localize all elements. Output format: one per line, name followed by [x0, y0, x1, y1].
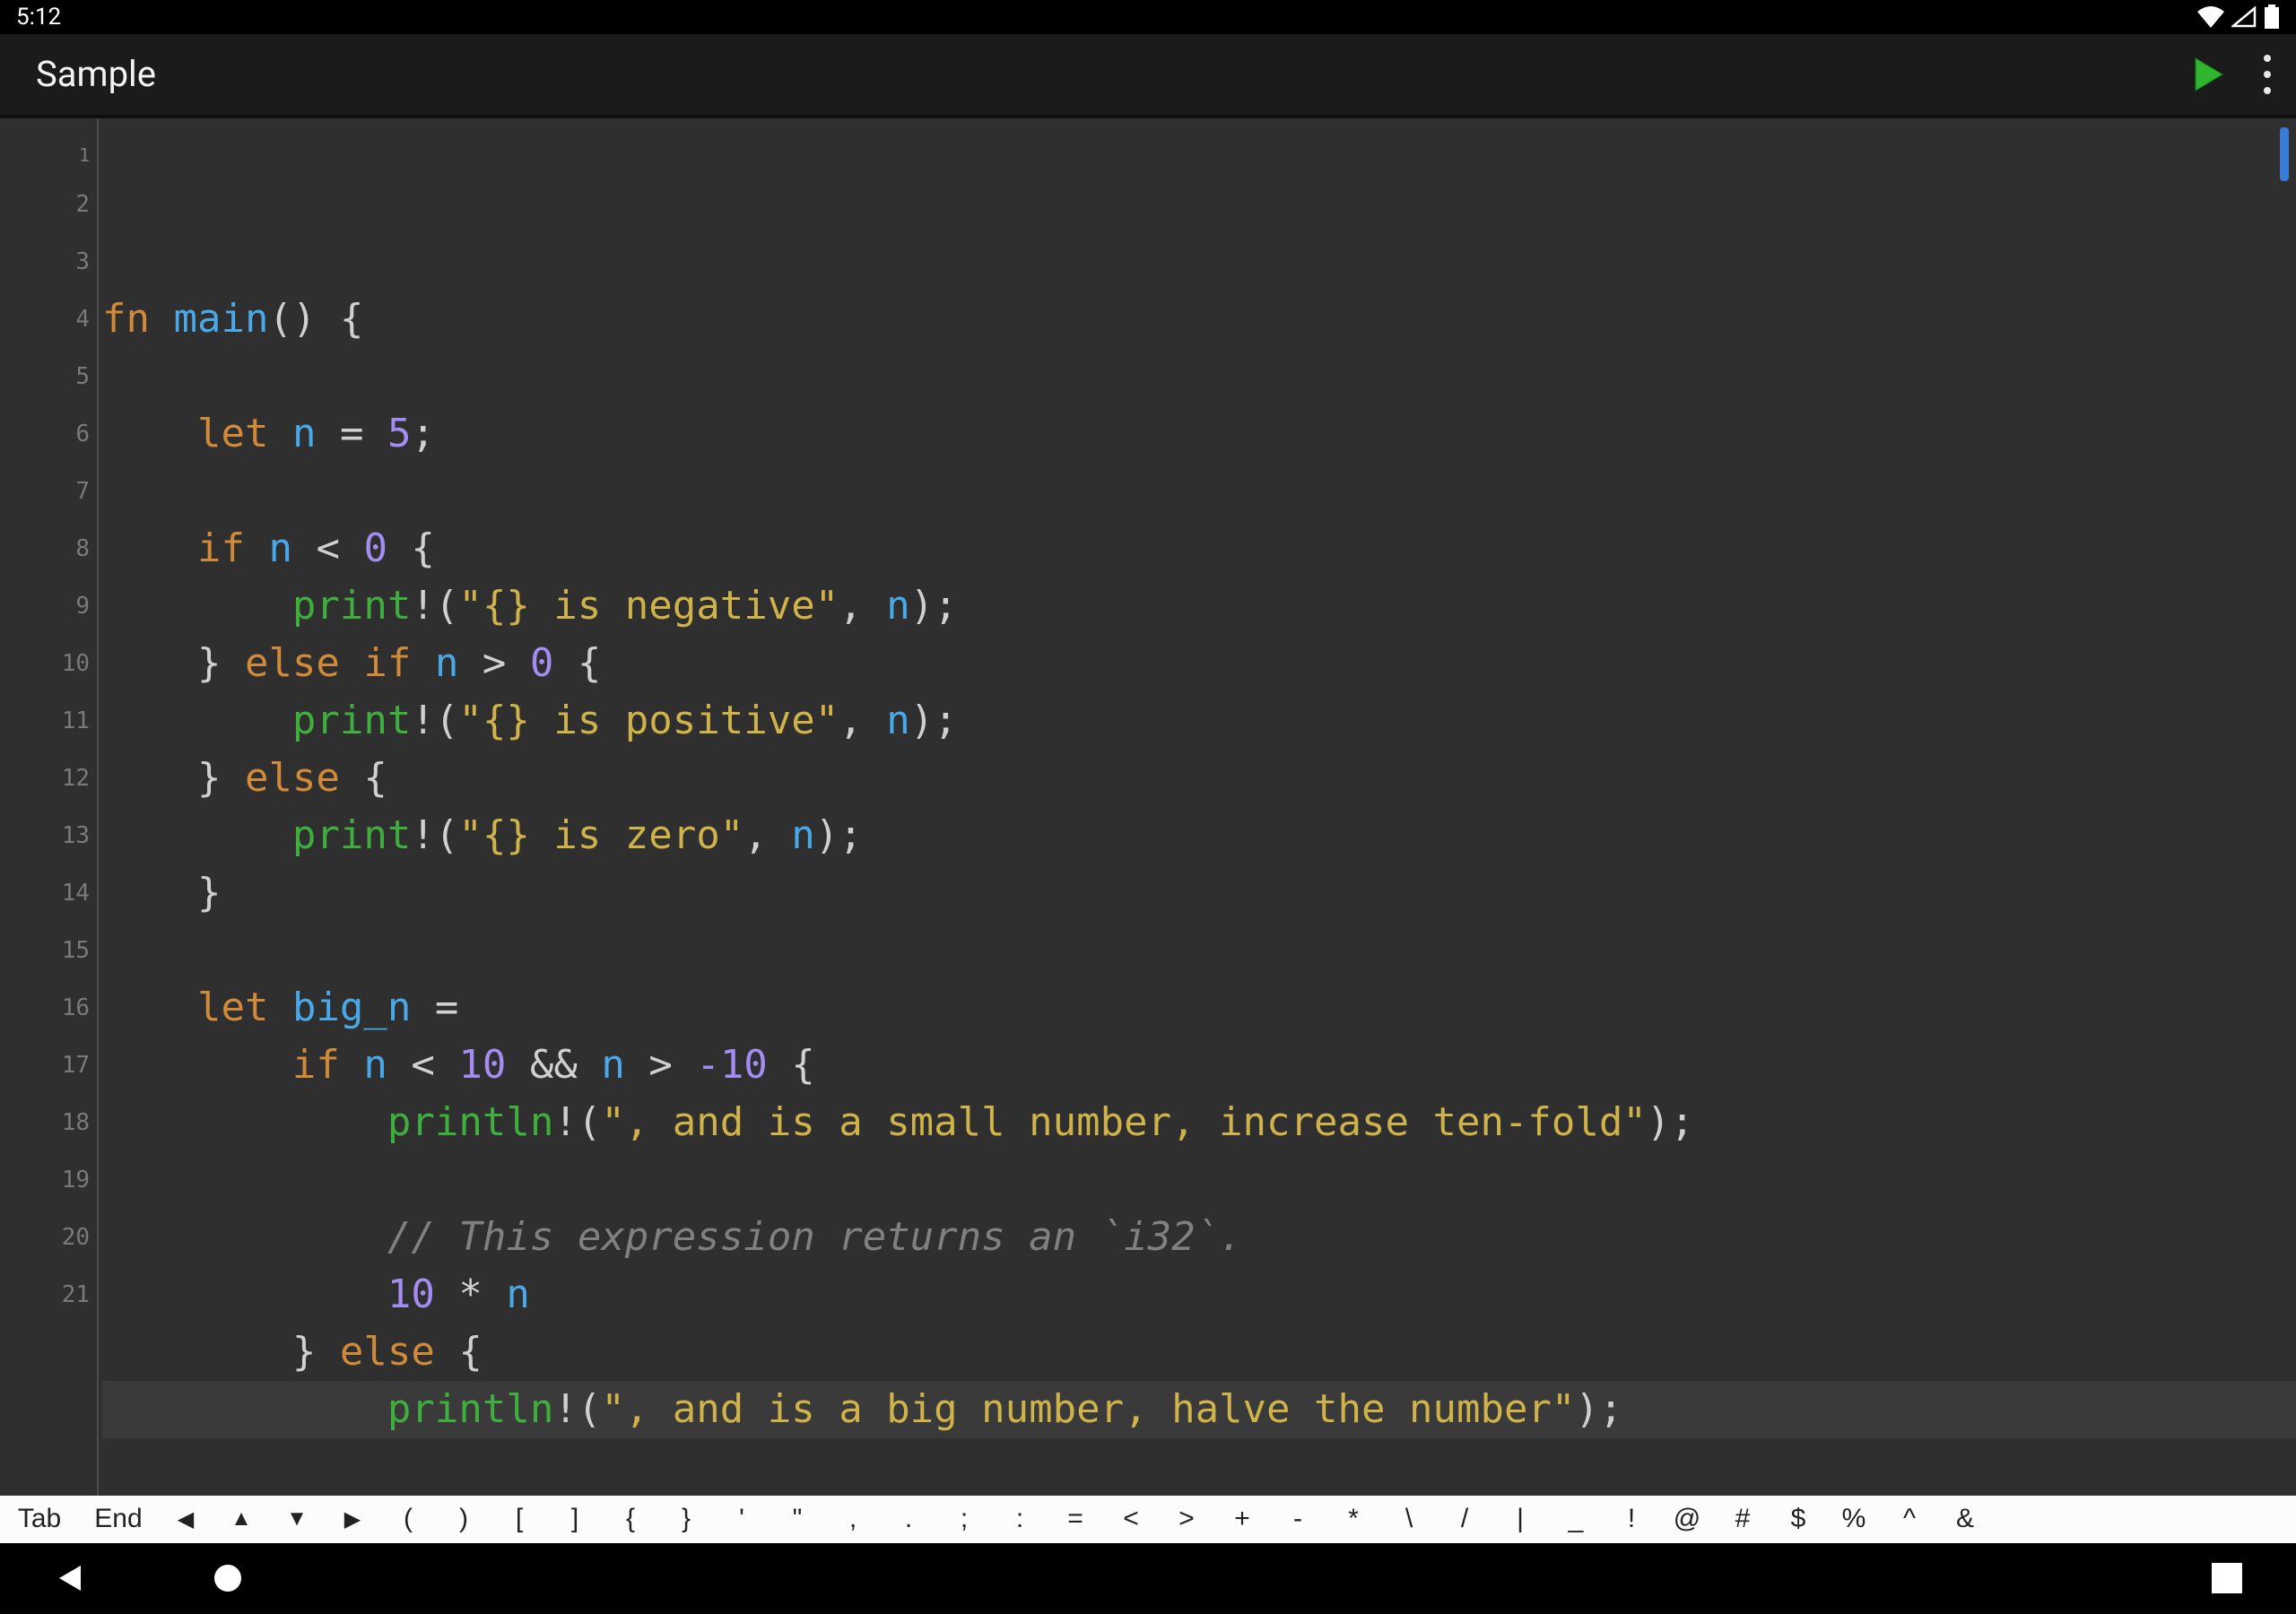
line-number: 19: [0, 1151, 90, 1209]
battery-icon: [2264, 4, 2280, 30]
symbol-keyboard-row: TabEnd◀▲▼▶()[]{}'",.;:=<>+-*\/|_!@#$%^&: [0, 1496, 2296, 1543]
code-line[interactable]: fn main() {: [102, 291, 2296, 348]
status-icons: [2197, 4, 2280, 30]
symbol-key[interactable]: .: [881, 1496, 936, 1543]
line-number: 5: [0, 348, 90, 405]
nav-recent-button[interactable]: [2212, 1563, 2242, 1593]
code-line[interactable]: print!("{} is negative", n);: [102, 577, 2296, 635]
line-number: 21: [0, 1266, 90, 1323]
symbol-key[interactable]: ▶: [325, 1496, 380, 1543]
symbol-key[interactable]: ': [714, 1496, 770, 1543]
line-number: 4: [0, 291, 90, 348]
line-number: 7: [0, 463, 90, 520]
code-line[interactable]: println!(", and is a small number, incre…: [102, 1094, 2296, 1151]
line-number: 18: [0, 1094, 90, 1151]
code-line[interactable]: let n = 5;: [102, 405, 2296, 463]
signal-icon: [2231, 6, 2257, 28]
overflow-menu-button[interactable]: [2264, 55, 2271, 94]
wifi-icon: [2197, 6, 2224, 28]
symbol-key[interactable]: [: [491, 1496, 547, 1543]
line-number: 11: [0, 692, 90, 750]
symbol-key[interactable]: \: [1381, 1496, 1437, 1543]
code-line[interactable]: [102, 922, 2296, 979]
code-line[interactable]: if n < 10 && n > -10 {: [102, 1037, 2296, 1094]
code-line[interactable]: print!("{} is zero", n);: [102, 807, 2296, 864]
symbol-key[interactable]: =: [1048, 1496, 1103, 1543]
code-line[interactable]: [102, 1438, 2296, 1496]
code-line[interactable]: } else {: [102, 750, 2296, 807]
code-area[interactable]: fn main() { let n = 5; if n < 0 { print!…: [99, 118, 2296, 1496]
line-number: 16: [0, 979, 90, 1037]
line-number: 6: [0, 405, 90, 463]
code-line[interactable]: if n < 0 {: [102, 520, 2296, 577]
line-number: 2: [0, 176, 90, 233]
symbol-key[interactable]: -: [1270, 1496, 1326, 1543]
symbol-key[interactable]: {: [603, 1496, 658, 1543]
line-number: 14: [0, 864, 90, 922]
symbol-key[interactable]: #: [1715, 1496, 1770, 1543]
line-number: 1: [0, 118, 90, 176]
symbol-key[interactable]: ▼: [269, 1496, 325, 1543]
line-number: 8: [0, 520, 90, 577]
code-line[interactable]: } else if n > 0 {: [102, 635, 2296, 692]
code-line[interactable]: print!("{} is positive", n);: [102, 692, 2296, 750]
tab-key[interactable]: Tab: [0, 1496, 79, 1543]
line-number: 9: [0, 577, 90, 635]
line-number-gutter: 123456789101112131415161718192021: [0, 118, 99, 1496]
symbol-key[interactable]: >: [1159, 1496, 1214, 1543]
nav-home-button[interactable]: [212, 1562, 244, 1594]
symbol-key[interactable]: <: [1103, 1496, 1159, 1543]
scroll-indicator[interactable]: [2280, 127, 2289, 181]
code-editor[interactable]: 123456789101112131415161718192021 fn mai…: [0, 115, 2296, 1496]
symbol-key[interactable]: ,: [825, 1496, 881, 1543]
line-number: 20: [0, 1209, 90, 1266]
code-line[interactable]: [102, 463, 2296, 520]
symbol-key[interactable]: _: [1548, 1496, 1604, 1543]
nav-back-button[interactable]: [54, 1562, 86, 1594]
status-time: 5:12: [16, 4, 61, 30]
symbol-key[interactable]: %: [1826, 1496, 1882, 1543]
symbol-key[interactable]: ◀: [158, 1496, 213, 1543]
code-line[interactable]: let big_n =: [102, 979, 2296, 1037]
symbol-key[interactable]: |: [1492, 1496, 1548, 1543]
symbol-key[interactable]: ]: [547, 1496, 603, 1543]
symbol-key[interactable]: }: [658, 1496, 714, 1543]
code-line[interactable]: } else {: [102, 1323, 2296, 1381]
android-nav-bar: [0, 1543, 2296, 1614]
symbol-key[interactable]: *: [1326, 1496, 1381, 1543]
line-number: 3: [0, 233, 90, 291]
line-number: 12: [0, 750, 90, 807]
code-line[interactable]: 10 * n: [102, 1266, 2296, 1323]
symbol-key[interactable]: &: [1937, 1496, 1993, 1543]
symbol-key[interactable]: ^: [1882, 1496, 1937, 1543]
status-bar: 5:12: [0, 0, 2296, 34]
symbol-key[interactable]: $: [1770, 1496, 1826, 1543]
code-line[interactable]: }: [102, 864, 2296, 922]
line-number: 17: [0, 1037, 90, 1094]
line-number: 15: [0, 922, 90, 979]
code-line[interactable]: [102, 1151, 2296, 1209]
symbol-key[interactable]: :: [992, 1496, 1048, 1543]
symbol-key[interactable]: ▲: [213, 1496, 269, 1543]
line-number: 13: [0, 807, 90, 864]
symbol-key[interactable]: ;: [936, 1496, 992, 1543]
app-bar: Sample: [0, 34, 2296, 114]
run-button[interactable]: [2188, 55, 2228, 94]
end-key[interactable]: End: [79, 1496, 158, 1543]
app-title: Sample: [36, 53, 156, 95]
code-line[interactable]: // This expression returns an `i32`.: [102, 1209, 2296, 1266]
code-line[interactable]: println!(", and is a big number, halve t…: [102, 1381, 2296, 1438]
symbol-key[interactable]: ": [770, 1496, 825, 1543]
symbol-key[interactable]: @: [1659, 1496, 1715, 1543]
symbol-key[interactable]: /: [1437, 1496, 1492, 1543]
symbol-key[interactable]: ): [436, 1496, 491, 1543]
line-number: 10: [0, 635, 90, 692]
symbol-key[interactable]: +: [1214, 1496, 1270, 1543]
code-line[interactable]: [102, 348, 2296, 405]
symbol-key[interactable]: !: [1604, 1496, 1659, 1543]
symbol-key[interactable]: (: [380, 1496, 436, 1543]
